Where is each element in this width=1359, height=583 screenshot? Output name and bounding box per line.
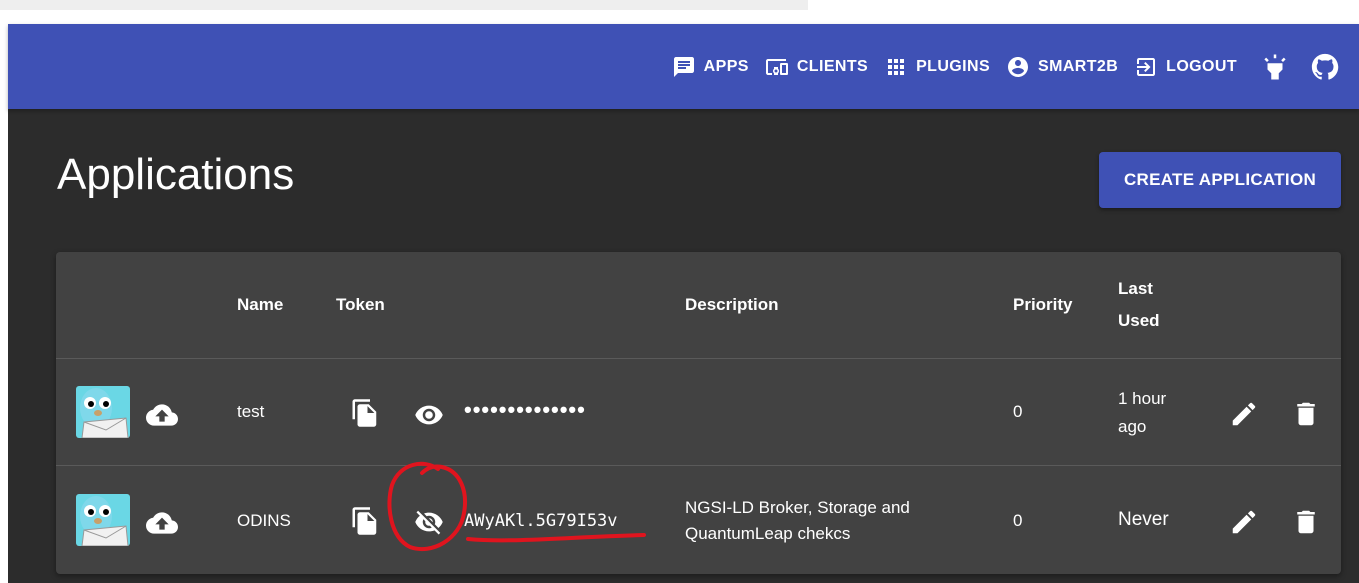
pencil-icon bbox=[1232, 402, 1256, 426]
app-bar: APPS CLIENTS PLUGINS SMART2B LOGOUT bbox=[8, 24, 1359, 109]
show-token-button[interactable] bbox=[414, 400, 444, 435]
last-used-value: Never bbox=[1118, 509, 1169, 530]
devices-icon bbox=[765, 58, 788, 75]
github-link-button[interactable] bbox=[1305, 47, 1345, 87]
pencil-icon bbox=[1232, 510, 1256, 534]
header-priority[interactable]: Priority bbox=[1013, 295, 1073, 315]
header-name[interactable]: Name bbox=[237, 295, 283, 315]
last-used-line2: ago bbox=[1118, 417, 1147, 436]
copy-icon bbox=[352, 399, 377, 427]
eye-icon bbox=[415, 405, 443, 425]
app-name: ODINS bbox=[237, 511, 291, 530]
nav-user-button[interactable]: SMART2B bbox=[1002, 49, 1122, 85]
nav-logout-label: LOGOUT bbox=[1166, 57, 1237, 75]
copy-icon bbox=[352, 507, 377, 535]
header-description[interactable]: Description bbox=[685, 295, 779, 315]
table-row: ODINS AWyAKl.5G79I53v NGSI-LD Broker, St… bbox=[56, 466, 1341, 574]
apps-grid-icon bbox=[888, 58, 905, 75]
nav-user-label: SMART2B bbox=[1038, 57, 1119, 75]
gopher-avatar bbox=[76, 386, 130, 438]
table-row: test •••••••••••••• 0 1 hour ago bbox=[56, 359, 1341, 466]
nav-plugins-label: PLUGINS bbox=[916, 57, 991, 75]
nav-apps-button[interactable]: APPS bbox=[668, 49, 753, 85]
nav-apps-label: APPS bbox=[703, 57, 749, 75]
upload-button[interactable] bbox=[146, 507, 178, 544]
delete-button[interactable] bbox=[1291, 507, 1321, 542]
gopher-avatar bbox=[76, 494, 130, 546]
nav-logout-button[interactable]: LOGOUT bbox=[1130, 49, 1241, 85]
trash-icon bbox=[1297, 510, 1315, 534]
delete-button[interactable] bbox=[1291, 399, 1321, 434]
window-edge bbox=[0, 24, 8, 583]
cloud-upload-icon bbox=[146, 512, 178, 534]
page-title: Applications bbox=[57, 150, 295, 199]
account-circle-icon bbox=[1008, 56, 1029, 77]
trash-icon bbox=[1297, 402, 1315, 426]
description-line1: NGSI-LD Broker, Storage and bbox=[685, 498, 910, 517]
header-last-used-line2: Used bbox=[1118, 311, 1160, 330]
upload-button[interactable] bbox=[146, 399, 178, 436]
edit-button[interactable] bbox=[1229, 399, 1259, 434]
copy-token-button[interactable] bbox=[350, 506, 380, 541]
cloud-upload-icon bbox=[146, 404, 178, 426]
applications-table: Name Token Description Priority Last Use… bbox=[56, 252, 1341, 574]
app-name: test bbox=[237, 402, 265, 421]
github-icon bbox=[1311, 53, 1339, 80]
horizontal-scrollbar[interactable] bbox=[0, 0, 808, 10]
top-nav: APPS CLIENTS PLUGINS SMART2B LOGOUT bbox=[664, 47, 1345, 87]
header-token[interactable]: Token bbox=[336, 295, 385, 315]
token-visible: AWyAKl.5G79I53v bbox=[464, 511, 618, 531]
message-icon bbox=[673, 56, 694, 77]
copy-token-button[interactable] bbox=[350, 398, 380, 433]
browser-strip bbox=[0, 0, 1359, 24]
nav-clients-button[interactable]: CLIENTS bbox=[761, 49, 872, 85]
description-line2: QuantumLeap chekcs bbox=[685, 524, 851, 543]
priority-value: 0 bbox=[1013, 511, 1023, 530]
eye-off-icon bbox=[415, 510, 443, 535]
logout-icon bbox=[1137, 57, 1156, 76]
nav-clients-label: CLIENTS bbox=[796, 57, 869, 75]
hide-token-button[interactable] bbox=[414, 507, 444, 542]
create-application-button[interactable]: CREATE APPLICATION bbox=[1099, 152, 1341, 208]
edit-button[interactable] bbox=[1229, 507, 1259, 542]
table-header: Name Token Description Priority Last Use… bbox=[56, 252, 1341, 359]
header-last-used-line1[interactable]: Last bbox=[1118, 279, 1153, 299]
nav-plugins-button[interactable]: PLUGINS bbox=[880, 49, 994, 85]
token-hidden: •••••••••••••• bbox=[464, 397, 586, 422]
last-used-line1: 1 hour bbox=[1118, 389, 1167, 408]
theme-toggle-button[interactable] bbox=[1255, 47, 1295, 87]
priority-value: 0 bbox=[1013, 402, 1023, 421]
lightbulb-icon bbox=[1264, 54, 1286, 79]
